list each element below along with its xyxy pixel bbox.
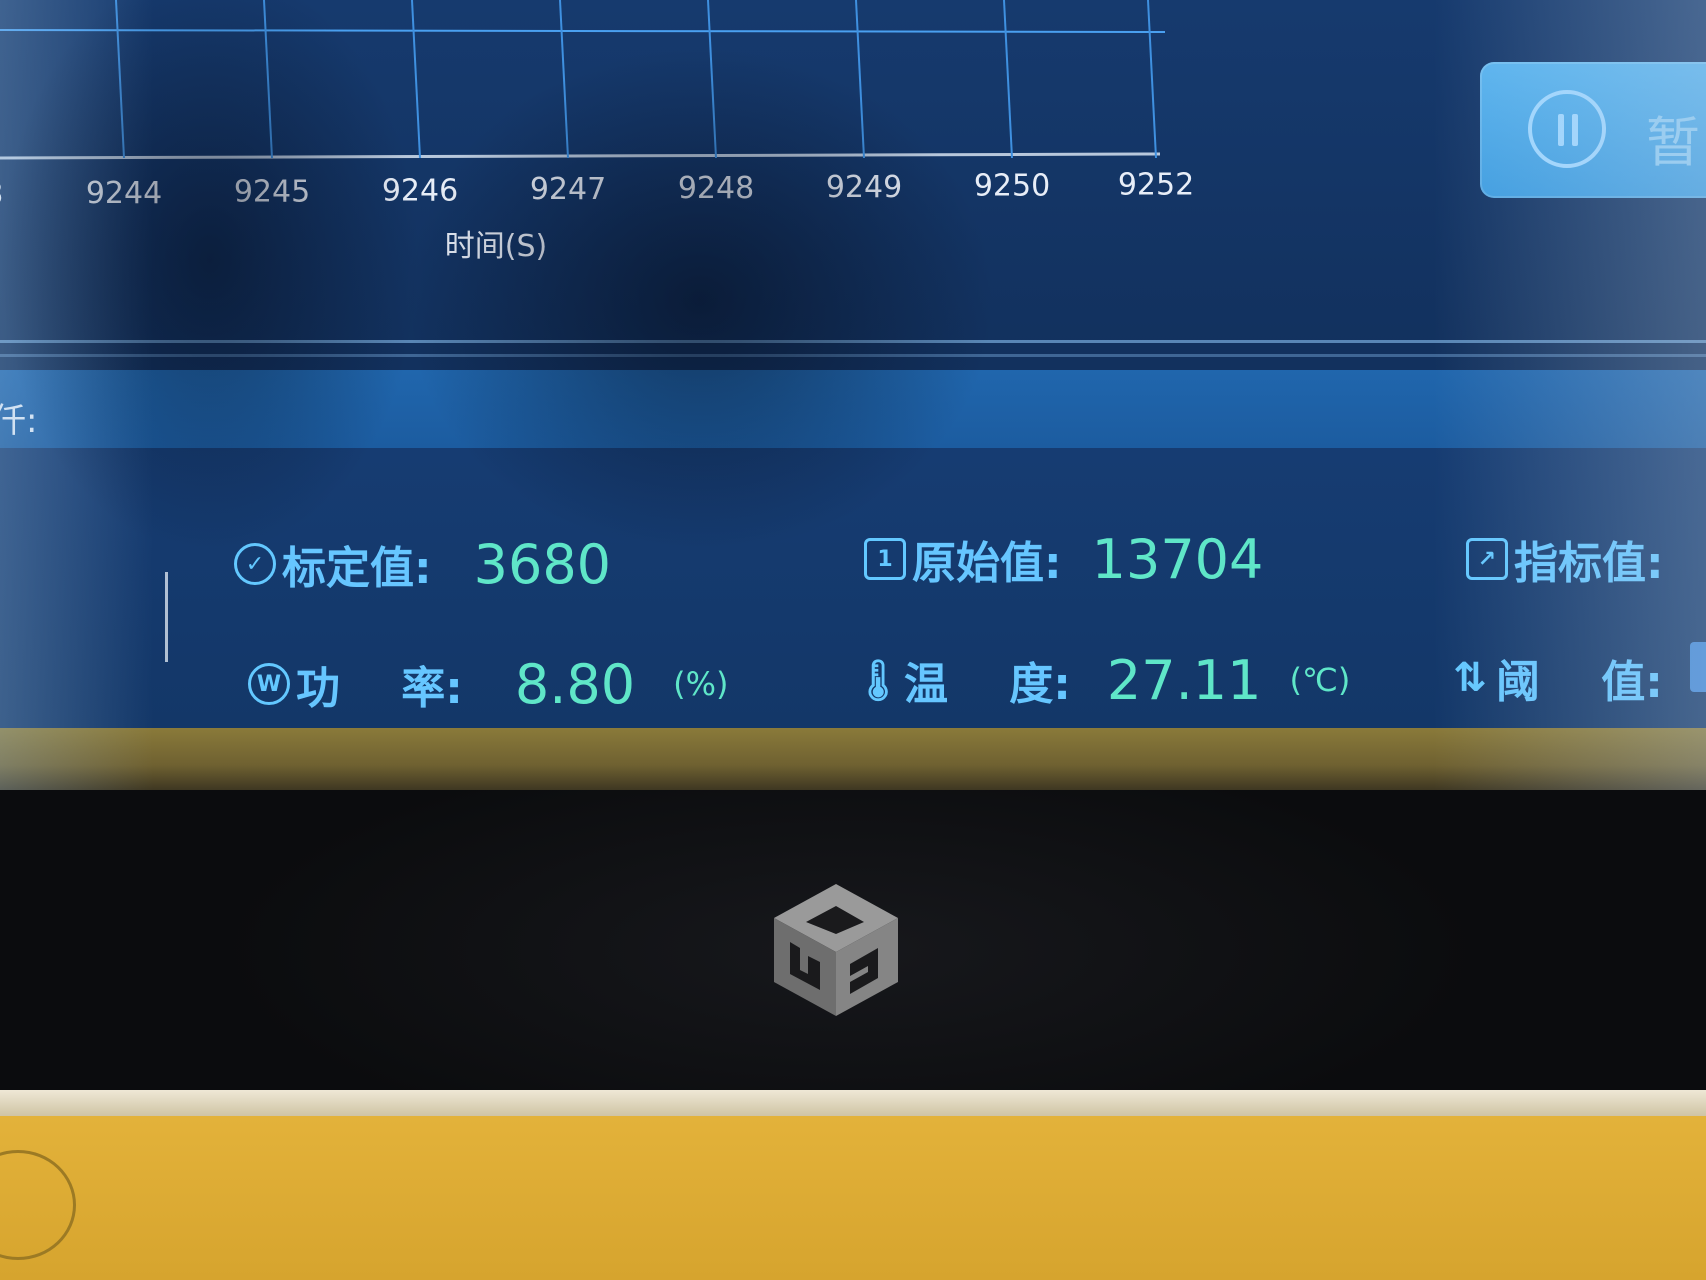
x-tick-label: 9247 [530,172,606,207]
x-tick-label: 9252 [1118,167,1194,202]
chart-gridline-vertical [1003,0,1013,159]
x-tick-label: 9248 [678,171,754,206]
x-axis-title: 时间(S) [445,229,547,264]
thermometer-icon: 🌡 [852,657,904,704]
calibrated-label: 标定值: [282,543,432,594]
power-label: 功 率: [296,663,463,714]
x-tick-label: 9250 [974,169,1050,204]
pause-label: 暂 [1646,111,1700,174]
x-tick-label: 9244 [86,176,162,211]
chart-gridline-vertical [1147,0,1157,159]
chart-x-axis [0,152,1161,160]
chart-svg: 3 9244 9245 9246 9247 9248 9249 9250 9252 时间(S) [0,0,1194,264]
x-tick-label: 3 [0,177,4,212]
reading-threshold: ⇅ 阈 值: [1450,646,1663,710]
gauge-check-icon: ✓ [234,543,276,585]
divider-line [0,354,1706,357]
pause-button[interactable]: 暂 [1480,62,1706,198]
screen-bezel [0,728,1706,790]
device-screen: 392449245924692479248924992509252 时间(S) … [0,0,1706,790]
x-tick-label: 9245 [234,175,310,210]
field-band [0,370,1706,448]
chart-grid [0,0,1166,160]
divider-line [0,340,1706,343]
x-tick-label: 9249 [826,170,902,205]
chart-gridline-vertical [855,0,865,159]
photo-stage: 392449245924692479248924992509252 时间(S) … [0,0,1706,1280]
device-casing [0,1116,1706,1280]
indicator-label: 指标值: [1514,538,1664,589]
threshold-label: 阈 值: [1496,657,1663,708]
power-value: 8.80 [514,652,636,716]
chart-box-icon: ↗ [1466,538,1508,580]
panel-divider [165,572,168,662]
temperature-value: 27.11 [1106,648,1262,712]
raw-label: 原始值: [912,538,1062,589]
pause-icon [1528,90,1606,168]
chart-gridline-horizontal [0,29,1166,33]
threshold-input[interactable] [1690,642,1706,692]
x-tick-label: 9246 [382,173,458,208]
power-unit: (%) [673,665,729,703]
calibrated-value: 3680 [473,532,612,596]
brand-logo-icon [774,884,898,1016]
temperature-unit: (℃) [1289,661,1351,699]
chart-gridline-vertical [707,0,717,159]
raw-value: 13704 [1091,527,1264,591]
reading-indicator: ↗ 指标值: [1466,527,1664,591]
temperature-label: 温 度: [904,659,1071,710]
power-w-icon: W [248,663,290,705]
chart-gridline-vertical [263,0,273,159]
reading-temperature: 🌡 温 度: 27.11 (℃) [852,648,1351,712]
chart-x-ticks: 3 9244 9245 9246 9247 9248 9249 9250 9252 [0,167,1194,212]
chart-gridline-vertical [559,0,569,159]
reading-raw: 1 原始值: 13704 [864,527,1263,591]
field-label: 仟: [0,401,38,441]
time-chart: 3 9244 9245 9246 9247 9248 9249 9250 9252 时间(S) [0,0,1706,280]
casing-edge [0,1090,1706,1116]
number-one-box-icon: 1 [864,538,906,580]
threshold-icon: ⇅ [1453,655,1487,701]
chart-gridline-vertical [411,0,421,159]
reading-power: W 功 率: 8.80 (%) [248,652,728,716]
chart-gridline-vertical [115,0,125,159]
reading-calibrated: ✓ 标定值: 3680 [234,532,611,596]
